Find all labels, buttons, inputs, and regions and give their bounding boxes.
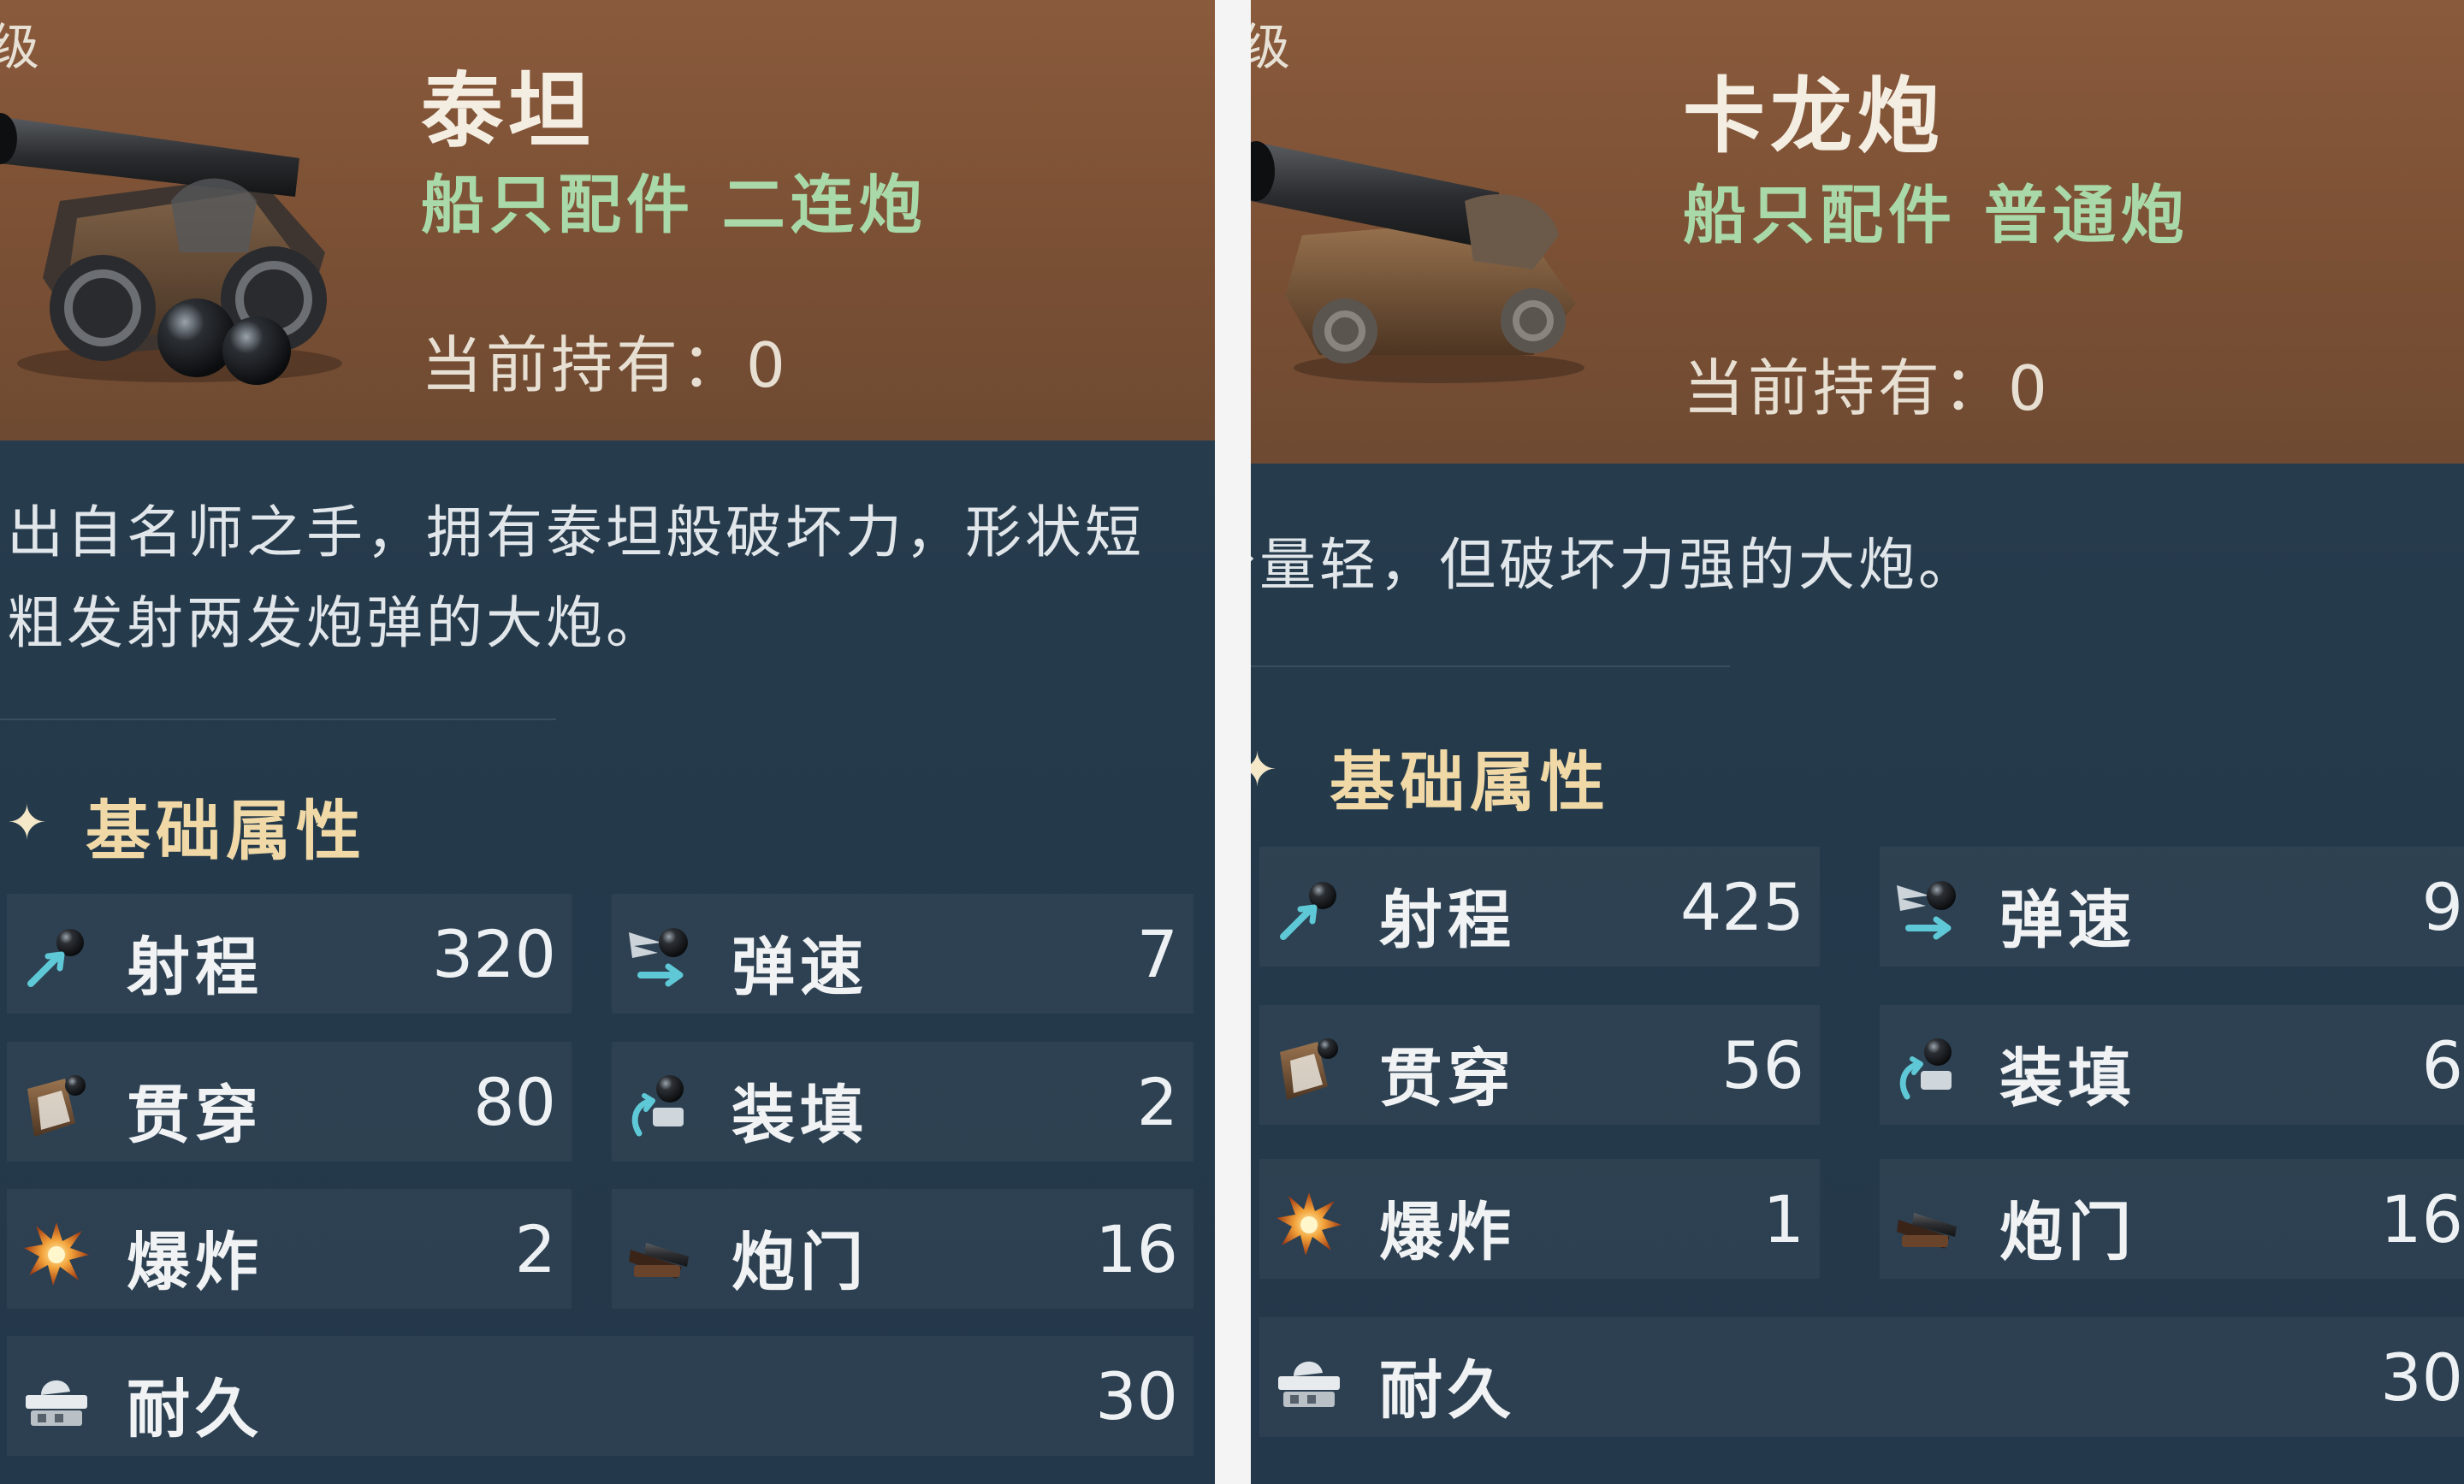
stat-value: 16 <box>1095 1211 1178 1287</box>
stat-durability: 耐久 30 <box>1259 1317 2464 1437</box>
stat-value: 2 <box>1136 1064 1178 1140</box>
stat-value: 30 <box>2380 1339 2463 1416</box>
stat-reload: 装填 2 <box>612 1042 1194 1162</box>
divider <box>0 718 556 720</box>
tier-label: 级 <box>0 18 40 76</box>
sparkle-icon: ✦ <box>7 795 47 851</box>
divider <box>1251 665 1730 667</box>
owned-count: 当前持有：0 <box>421 329 789 401</box>
stat-label: 贯穿 <box>127 1079 264 1152</box>
stat-range: 射程 320 <box>7 894 572 1014</box>
stat-value: 1 <box>1762 1181 1804 1257</box>
item-name: 卡龙炮 <box>1683 68 1945 164</box>
stat-label: 射程 <box>127 931 264 1004</box>
stat-value: 2 <box>514 1211 556 1287</box>
stat-value: 56 <box>1721 1027 1804 1103</box>
stat-label: 弹速 <box>1999 884 2136 957</box>
projectile-speed-icon <box>1895 877 1964 945</box>
stat-value: 9 <box>2421 869 2463 945</box>
stat-label: 弹速 <box>732 931 868 1004</box>
stat-projectile-speed: 弹速 7 <box>612 894 1194 1014</box>
reload-icon <box>627 1072 696 1140</box>
stat-explosion: 爆炸 2 <box>7 1189 572 1309</box>
range-icon <box>1275 877 1343 945</box>
item-header: 级 泰坦 船只配件 二连炮 当前持有：0 <box>0 0 1215 440</box>
stat-penetration: 贯穿 80 <box>7 1042 572 1162</box>
item-type: 船只配件 普通炮 <box>1683 179 2189 252</box>
item-type: 船只配件 二连炮 <box>421 169 927 242</box>
stat-value: 6 <box>2421 1027 2463 1103</box>
stat-gun-ports: 炮门 16 <box>612 1189 1194 1309</box>
stat-durability: 耐久 30 <box>7 1336 1194 1456</box>
stat-value: 16 <box>2380 1181 2463 1257</box>
stat-label: 爆炸 <box>127 1226 264 1299</box>
penetration-icon <box>22 1072 91 1140</box>
stat-label: 射程 <box>1379 884 1516 957</box>
stat-range: 射程 425 <box>1259 847 1820 967</box>
explosion-icon <box>22 1219 91 1287</box>
sparkle-icon: ✦ <box>1251 742 1277 798</box>
stat-gun-ports: 炮门 16 <box>1880 1159 2464 1279</box>
reload-icon <box>1895 1035 1964 1103</box>
stat-label: 耐久 <box>1379 1354 1516 1428</box>
stat-projectile-speed: 弹速 9 <box>1880 847 2464 967</box>
durability-icon <box>22 1366 91 1434</box>
stat-value: 320 <box>431 916 556 992</box>
stat-label: 炮门 <box>732 1226 868 1299</box>
durability-icon <box>1275 1347 1343 1416</box>
cannon-carronade-image <box>1251 107 1610 389</box>
stat-reload: 装填 6 <box>1880 1005 2464 1125</box>
owned-count: 当前持有：0 <box>1683 352 2051 424</box>
item-card-titan: 级 泰坦 船只配件 二连炮 当前持有：0 出自名师之手，拥有泰坦般破坏力，形状短… <box>0 0 1215 1484</box>
tier-label: 级 <box>1251 18 1291 76</box>
stat-value: 80 <box>473 1064 556 1140</box>
item-description: 出自名师之手，拥有泰坦般破坏力，形状短粗发射两发炮弹的大炮。 <box>7 500 1145 656</box>
item-description: 分量轻，但破坏力强的大炮。 <box>1251 532 1978 598</box>
stat-label: 耐久 <box>127 1373 264 1446</box>
stat-label: 炮门 <box>1999 1196 2136 1269</box>
stat-value: 7 <box>1136 916 1178 992</box>
stat-explosion: 爆炸 1 <box>1259 1159 1820 1279</box>
stat-penetration: 贯穿 56 <box>1259 1005 1820 1125</box>
cannon-titan-image <box>0 81 359 389</box>
section-title-base-attributes: 基础属性 <box>86 793 366 869</box>
item-name: 泰坦 <box>421 63 595 159</box>
section-title-base-attributes: 基础属性 <box>1330 744 1610 820</box>
gun-port-icon <box>1895 1189 1964 1257</box>
stat-value: 30 <box>1095 1358 1178 1434</box>
gun-port-icon <box>627 1219 696 1287</box>
panel-gap <box>1215 0 1251 1484</box>
penetration-icon <box>1275 1035 1343 1103</box>
stat-label: 贯穿 <box>1379 1042 1516 1115</box>
projectile-speed-icon <box>627 924 696 992</box>
stat-label: 装填 <box>1999 1042 2136 1115</box>
stat-label: 爆炸 <box>1379 1196 1516 1269</box>
item-header: 级 卡龙炮 船只配件 普通炮 当前持有：0 <box>1251 0 2464 464</box>
stat-label: 装填 <box>732 1079 868 1152</box>
explosion-icon <box>1275 1189 1343 1257</box>
range-icon <box>22 924 91 992</box>
stat-value: 425 <box>1679 869 1804 945</box>
item-card-carronade: 级 卡龙炮 船只配件 普通炮 当前持有：0 分量轻，但破坏力强的大炮。 ✦ 基础… <box>1251 0 2464 1484</box>
